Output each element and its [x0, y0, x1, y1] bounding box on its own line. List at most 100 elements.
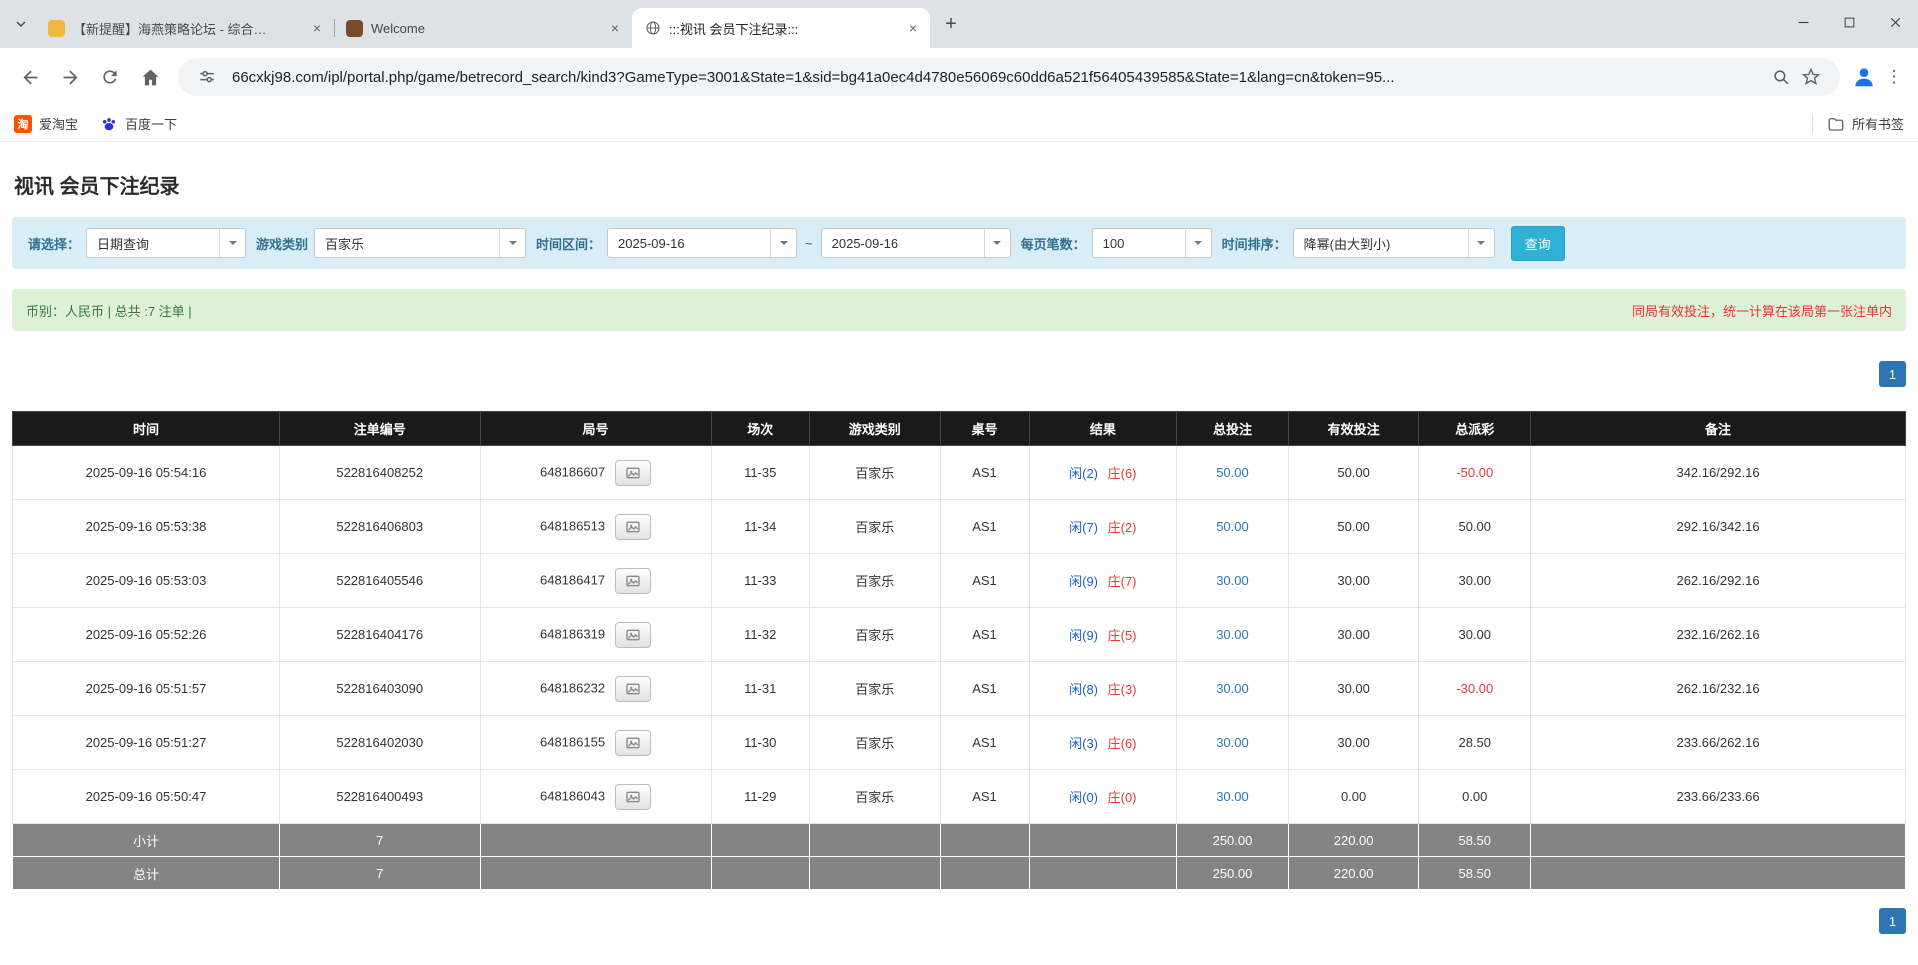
- cell-total-bet: 30.00: [1177, 608, 1289, 662]
- refresh-icon: [100, 67, 120, 87]
- table-row: 2025-09-16 05:51:57 522816403090 6481862…: [13, 662, 1906, 716]
- tab-forum[interactable]: 【新提醒】海燕策略论坛 - 综合… ×: [36, 8, 334, 48]
- cell-round: 648186043: [480, 770, 711, 824]
- site-info-button[interactable]: [192, 62, 222, 92]
- cell-result: 闲(8) 庄(3): [1029, 662, 1177, 716]
- date-to-select[interactable]: 2025-09-16: [821, 228, 1011, 258]
- sort-select[interactable]: 降幂(由大到小): [1293, 228, 1495, 258]
- total-bet-link[interactable]: 50.00: [1216, 465, 1249, 480]
- round-number: 648186513: [540, 518, 605, 533]
- new-tab-button[interactable]: +: [936, 9, 966, 39]
- round-replay-button[interactable]: [615, 676, 651, 702]
- cell-valid-bet: 0.00: [1288, 770, 1419, 824]
- result-banker: 庄(6): [1108, 466, 1137, 481]
- tab-welcome[interactable]: Welcome ×: [334, 8, 632, 48]
- header-result: 结果: [1029, 412, 1177, 446]
- date-from-select[interactable]: 2025-09-16: [607, 228, 797, 258]
- cell-bet-id: 522816404176: [279, 608, 480, 662]
- table-row: 2025-09-16 05:53:03 522816405546 6481864…: [13, 554, 1906, 608]
- cell-round: 648186232: [480, 662, 711, 716]
- zoom-button[interactable]: [1766, 62, 1796, 92]
- refresh-button[interactable]: [90, 57, 130, 97]
- bookmark-baidu[interactable]: 百度一下: [100, 114, 177, 133]
- per-page-value: 100: [1093, 236, 1185, 251]
- tab-search-button[interactable]: [6, 9, 36, 39]
- browser-window: 【新提醒】海燕策略论坛 - 综合… × Welcome × :::视讯 会员下注…: [0, 0, 1918, 142]
- minimize-icon: [1795, 14, 1812, 31]
- round-replay-button[interactable]: [615, 514, 651, 540]
- cell-payout: 50.00: [1419, 500, 1531, 554]
- round-number: 648186607: [540, 464, 605, 479]
- result-player: 闲(7): [1069, 520, 1098, 535]
- total-bet-link[interactable]: 30.00: [1216, 789, 1249, 804]
- round-replay-button[interactable]: [615, 460, 651, 486]
- total-bet-link[interactable]: 30.00: [1216, 627, 1249, 642]
- header-total-bet: 总投注: [1177, 412, 1289, 446]
- chevron-down-icon: [1468, 229, 1494, 257]
- chevron-down-icon: [219, 229, 245, 257]
- total-bet-link[interactable]: 30.00: [1216, 735, 1249, 750]
- maximize-button[interactable]: [1826, 0, 1872, 44]
- tab-close-icon[interactable]: ×: [904, 19, 922, 37]
- cell-result: 闲(9) 庄(5): [1029, 608, 1177, 662]
- bookmark-star-button[interactable]: [1796, 62, 1826, 92]
- tab-title: Welcome: [371, 21, 598, 36]
- query-button[interactable]: 查询: [1511, 226, 1565, 261]
- cell-payout: 28.50: [1419, 716, 1531, 770]
- currency-summary: 币别：人民币 | 总共 :7 注单 |: [26, 301, 192, 320]
- cell-note: 232.16/262.16: [1531, 608, 1906, 662]
- page-1-button[interactable]: 1: [1879, 361, 1906, 387]
- cell-table-no: AS1: [940, 554, 1029, 608]
- cell-game-type: 百家乐: [809, 554, 940, 608]
- cell-valid-bet: 50.00: [1288, 446, 1419, 500]
- cell-game-type: 百家乐: [809, 662, 940, 716]
- query-type-select[interactable]: 日期查询: [86, 228, 246, 258]
- round-replay-button[interactable]: [615, 784, 651, 810]
- forward-button[interactable]: [50, 57, 90, 97]
- folder-icon: [1827, 115, 1845, 133]
- cell-payout: 30.00: [1419, 608, 1531, 662]
- cell-note: 342.16/292.16: [1531, 446, 1906, 500]
- cell-time: 2025-09-16 05:53:03: [13, 554, 280, 608]
- pagination-bottom: 1: [12, 908, 1906, 934]
- summary-bar: 币别：人民币 | 总共 :7 注单 | 同局有效投注，统一计算在该局第一张注单内: [12, 289, 1906, 331]
- round-replay-button[interactable]: [615, 730, 651, 756]
- profile-button[interactable]: [1848, 61, 1880, 93]
- round-replay-button[interactable]: [615, 622, 651, 648]
- minimize-button[interactable]: [1780, 0, 1826, 44]
- address-bar[interactable]: 66cxkj98.com/ipl/portal.php/game/betreco…: [178, 58, 1840, 96]
- url-text[interactable]: 66cxkj98.com/ipl/portal.php/game/betreco…: [232, 69, 1766, 86]
- pagination-top: 1: [12, 361, 1906, 387]
- cell-valid-bet: 30.00: [1288, 608, 1419, 662]
- result-player: 闲(8): [1069, 682, 1098, 697]
- tab-close-icon[interactable]: ×: [606, 19, 624, 37]
- per-page-select[interactable]: 100: [1092, 228, 1212, 258]
- cell-session: 11-30: [711, 716, 809, 770]
- total-payout: 58.50: [1419, 857, 1531, 890]
- browser-menu-button[interactable]: ⋮: [1880, 61, 1908, 93]
- total-bet-link[interactable]: 50.00: [1216, 519, 1249, 534]
- tab-bet-record[interactable]: :::视讯 会员下注纪录::: ×: [632, 8, 930, 48]
- result-banker: 庄(5): [1108, 628, 1137, 643]
- picture-icon: [625, 681, 641, 697]
- round-replay-button[interactable]: [615, 568, 651, 594]
- back-button[interactable]: [10, 57, 50, 97]
- tune-icon: [198, 68, 216, 86]
- bookmark-taobao[interactable]: 淘 爱淘宝: [14, 114, 78, 133]
- page-1-button[interactable]: 1: [1879, 908, 1906, 934]
- tab-close-icon[interactable]: ×: [308, 19, 326, 37]
- cell-game-type: 百家乐: [809, 716, 940, 770]
- cell-payout: -30.00: [1419, 662, 1531, 716]
- welcome-favicon-icon: [346, 20, 363, 37]
- game-type-select[interactable]: 百家乐: [314, 228, 526, 258]
- total-bet-link[interactable]: 30.00: [1216, 681, 1249, 696]
- header-bet-id: 注单编号: [279, 412, 480, 446]
- home-button[interactable]: [130, 57, 170, 97]
- total-bet-link[interactable]: 30.00: [1216, 573, 1249, 588]
- cell-valid-bet: 30.00: [1288, 716, 1419, 770]
- close-window-button[interactable]: [1872, 0, 1918, 44]
- header-payout: 总派彩: [1419, 412, 1531, 446]
- table-row: 2025-09-16 05:51:27 522816402030 6481861…: [13, 716, 1906, 770]
- cell-payout: 30.00: [1419, 554, 1531, 608]
- all-bookmarks-button[interactable]: 所有书签: [1827, 114, 1904, 133]
